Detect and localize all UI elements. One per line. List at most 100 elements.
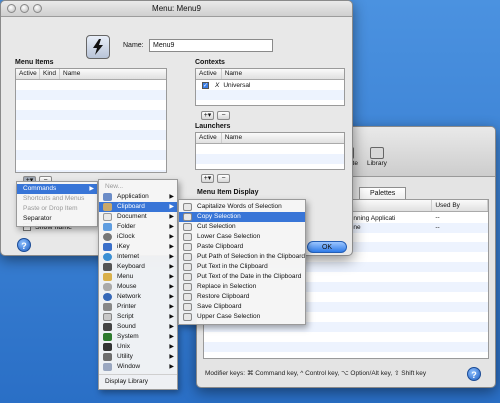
menu-item-unix[interactable]: Unix ▶ xyxy=(99,342,177,352)
submenu-arrow-icon: ▶ xyxy=(169,324,174,330)
menu-item-label: Separator xyxy=(23,215,52,222)
menu-item-copy-selection[interactable]: Copy Selection xyxy=(179,212,305,222)
menu-item-label: Script xyxy=(117,313,134,320)
close-window-button[interactable] xyxy=(7,4,16,13)
menu-item-internet[interactable]: Internet ▶ xyxy=(99,252,177,262)
menu-item-utility[interactable]: Utility ▶ xyxy=(99,352,177,362)
help-button[interactable]: ? xyxy=(17,238,31,252)
key-icon xyxy=(103,243,112,251)
clock-icon xyxy=(103,233,112,241)
submenu-arrow-icon: ▶ xyxy=(169,354,174,360)
menu-item-commands[interactable]: Commands ▶ xyxy=(17,184,97,194)
help-button-back[interactable]: ? xyxy=(467,367,481,381)
window-title: Menu: Menu9 xyxy=(152,4,201,13)
submenu-arrow-icon: ▶ xyxy=(169,254,174,260)
menu-item-label: Window xyxy=(117,363,141,370)
menu-item-label: Restore Clipboard xyxy=(197,293,250,300)
menu-item-script[interactable]: Script ▶ xyxy=(99,312,177,322)
minimize-window-button[interactable] xyxy=(20,4,29,13)
submenu-arrow-icon: ▶ xyxy=(169,244,174,250)
menu-item-lower-case[interactable]: Lower Case Selection xyxy=(179,232,305,242)
script-icon xyxy=(183,313,192,321)
menu-item-separator[interactable]: Separator xyxy=(17,214,97,224)
launchers-add-button[interactable]: +▾ xyxy=(201,174,214,183)
menu-item-system[interactable]: System ▶ xyxy=(99,332,177,342)
name-input[interactable]: Menu9 xyxy=(149,39,273,52)
menu-item-label: Shortcuts and Menus xyxy=(23,195,85,202)
contexts-list[interactable]: Active Name ✓ X Universal xyxy=(195,68,345,106)
menu-item-put-date[interactable]: Put Text of the Date in the Clipboard xyxy=(179,272,305,282)
menu-item-window[interactable]: Window ▶ xyxy=(99,362,177,372)
menu-item-paste-or-drop[interactable]: Paste or Drop Item xyxy=(17,204,97,214)
launchers-name-header[interactable]: Name xyxy=(222,133,344,143)
used-by-column-header[interactable]: Used By xyxy=(432,200,488,211)
menu-item-label: Keyboard xyxy=(117,263,145,270)
menu-item-sound[interactable]: Sound ▶ xyxy=(99,322,177,332)
menu-item-clipboard[interactable]: Clipboard ▶ xyxy=(99,202,177,212)
menu-item-label: Paste Clipboard xyxy=(197,243,244,250)
submenu-arrow-icon: ▶ xyxy=(169,334,174,340)
menu-item-paste-clipboard[interactable]: Paste Clipboard xyxy=(179,242,305,252)
window-icon xyxy=(103,363,112,371)
submenu-arrow-icon: ▶ xyxy=(169,274,174,280)
context-name: Universal xyxy=(223,81,251,89)
launchers-rows xyxy=(196,144,344,169)
menu-item-label: Lower Case Selection xyxy=(197,233,261,240)
contexts-active-header[interactable]: Active xyxy=(196,69,222,79)
menu-item-application[interactable]: Application ▶ xyxy=(99,192,177,202)
list-item[interactable]: ✓ X Universal xyxy=(196,80,344,90)
contexts-name-header[interactable]: Name xyxy=(222,69,344,79)
zoom-window-button[interactable] xyxy=(33,4,42,13)
menu-item-document[interactable]: Document ▶ xyxy=(99,212,177,222)
contexts-add-remove: +▾ − xyxy=(201,111,230,120)
menu-lightning-icon[interactable] xyxy=(86,35,110,59)
menu-item-put-path[interactable]: Put Path of Selection in the Clipboard xyxy=(179,252,305,262)
menu-item-label: Document xyxy=(117,213,147,220)
sound-icon xyxy=(103,323,112,331)
menu-item-network[interactable]: Network ▶ xyxy=(99,292,177,302)
contexts-heading: Contexts xyxy=(195,59,225,66)
contexts-remove-button[interactable]: − xyxy=(217,111,230,120)
launchers-heading: Launchers xyxy=(195,123,231,130)
name-column-header[interactable]: Name xyxy=(60,69,166,79)
menu-item-save-clipboard[interactable]: Save Clipboard xyxy=(179,302,305,312)
menu-item-label: Mouse xyxy=(117,283,137,290)
menu-item-capitalize-words[interactable]: Capitalize Words of Selection xyxy=(179,202,305,212)
menu-item-replace-in-selection[interactable]: Replace in Selection xyxy=(179,282,305,292)
contexts-add-button[interactable]: +▾ xyxy=(201,111,214,120)
menu-item-put-text[interactable]: Put Text in the Clipboard xyxy=(179,262,305,272)
menu-item-label: Paste or Drop Item xyxy=(23,205,78,212)
launchers-list[interactable]: Active Name xyxy=(195,132,345,170)
menu-item-printer[interactable]: Printer ▶ xyxy=(99,302,177,312)
kind-column-header[interactable]: Kind xyxy=(40,69,60,79)
library-button[interactable]: Library xyxy=(367,147,387,167)
menu-item-display-library[interactable]: Display Library xyxy=(99,377,177,387)
menu-item-folder[interactable]: Folder ▶ xyxy=(99,222,177,232)
active-column-header[interactable]: Active xyxy=(16,69,40,79)
contexts-header: Active Name xyxy=(196,69,344,80)
checkbox-checked-icon[interactable]: ✓ xyxy=(202,81,209,89)
launchers-remove-button[interactable]: − xyxy=(217,174,230,183)
menu-item-label: Network xyxy=(117,293,141,300)
menu-item-cut-selection[interactable]: Cut Selection xyxy=(179,222,305,232)
menu-items-list[interactable]: Active Kind Name xyxy=(15,68,167,173)
menu-item-restore-clipboard[interactable]: Restore Clipboard xyxy=(179,292,305,302)
menu-item-menu[interactable]: Menu ▶ xyxy=(99,272,177,282)
menu-item-label: Save Clipboard xyxy=(197,303,242,310)
submenu-arrow-icon: ▶ xyxy=(169,284,174,290)
menu-item-iclock[interactable]: iClock ▶ xyxy=(99,232,177,242)
menu-item-upper-case[interactable]: Upper Case Selection xyxy=(179,312,305,322)
menu-item-new[interactable]: New... xyxy=(99,182,177,192)
menu-item-mouse[interactable]: Mouse ▶ xyxy=(99,282,177,292)
submenu-arrow-icon: ▶ xyxy=(169,214,174,220)
ok-button[interactable]: OK xyxy=(307,241,347,253)
window-titlebar[interactable]: Menu: Menu9 xyxy=(1,1,352,17)
menu-icon xyxy=(103,273,112,281)
menu-item-label: Display Library xyxy=(105,378,148,385)
menu-item-display-heading: Menu Item Display xyxy=(197,189,259,196)
menu-item-keyboard[interactable]: Keyboard ▶ xyxy=(99,262,177,272)
menu-item-shortcuts-and-menus[interactable]: Shortcuts and Menus xyxy=(17,194,97,204)
launchers-add-remove: +▾ − xyxy=(201,174,230,183)
menu-item-ikey[interactable]: iKey ▶ xyxy=(99,242,177,252)
launchers-active-header[interactable]: Active xyxy=(196,133,222,143)
